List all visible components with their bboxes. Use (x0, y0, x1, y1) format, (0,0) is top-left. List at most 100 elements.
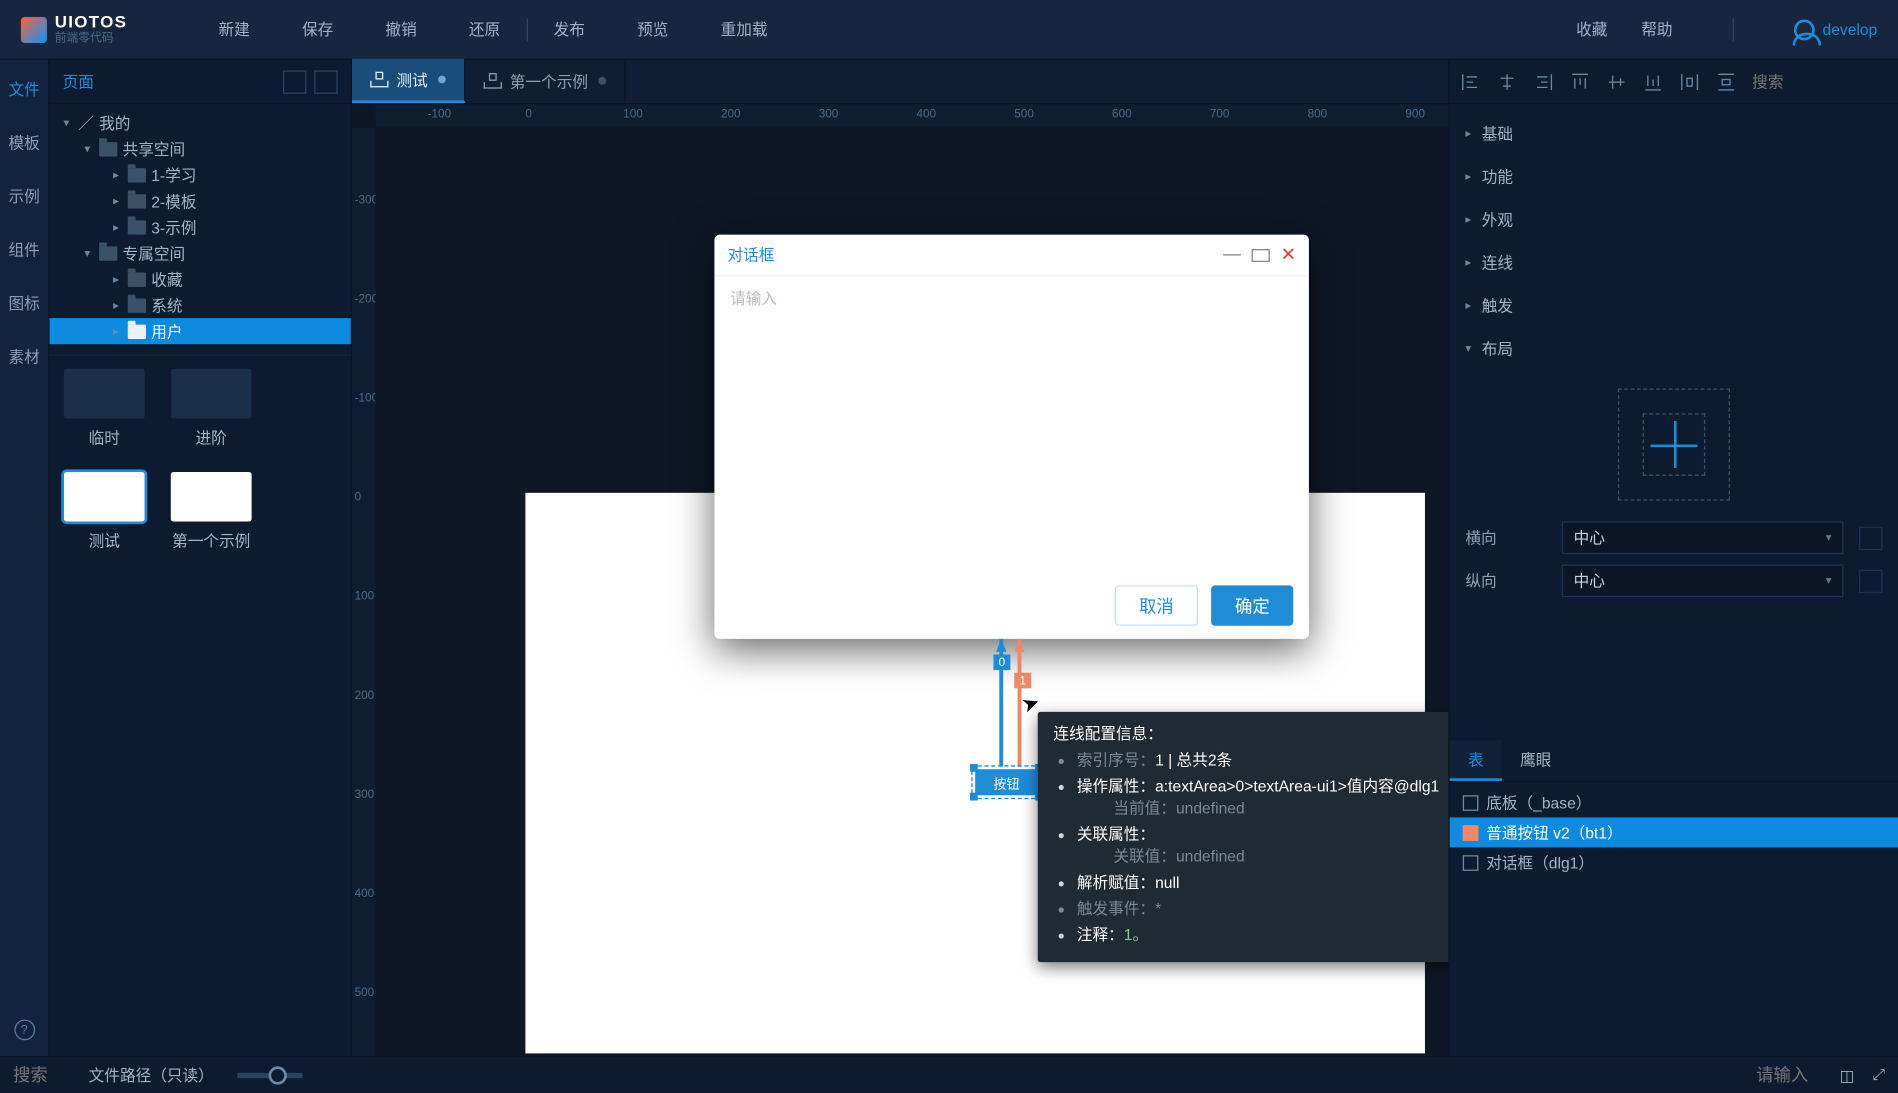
group-basic[interactable]: ▸基础 (1450, 112, 1898, 155)
topbar: UIOTOS 前端零代码 新建 保存 撤销 还原 发布 预览 重加载 收藏 帮助… (0, 0, 1898, 60)
brand-tagline: 前端零代码 (55, 32, 127, 45)
prop-v-extra[interactable] (1859, 569, 1882, 592)
group-layout[interactable]: ▾布局 (1450, 327, 1898, 370)
tree-node-root[interactable]: ▾／我的 (50, 110, 351, 136)
distribute-h-icon[interactable] (1679, 71, 1700, 92)
tree-node-user[interactable]: ▸用户 (50, 318, 351, 344)
brand-name: UIOTOS (55, 14, 127, 33)
anchor-widget[interactable] (1618, 389, 1730, 501)
tree-node-sys[interactable]: ▸系统 (50, 292, 351, 318)
group-func[interactable]: ▸功能 (1450, 155, 1898, 198)
tab-close-icon[interactable] (598, 77, 606, 85)
tab-first[interactable]: 第一个示例 (465, 59, 625, 103)
tree-panel: 页面 ▾／我的 ▾共享空间 ▸1-学习 ▸2-模板 ▸3-示例 ▾专属空间 ▸收… (50, 60, 352, 1056)
center-workspace: 测试 第一个示例 -100 0 100 200 300 400 500 600 … (352, 60, 1448, 1056)
thumb-test[interactable]: 测试 (63, 472, 146, 552)
user-menu[interactable]: develop (1794, 19, 1877, 40)
divider (1733, 18, 1734, 41)
tree-node-study[interactable]: ▸1-学习 (50, 162, 351, 188)
align-left-icon[interactable] (1460, 71, 1481, 92)
menu-help[interactable]: 帮助 (1641, 18, 1672, 40)
thumbnail-area: 临时 进阶 测试 第一个示例 (50, 355, 351, 565)
prop-h-select[interactable]: 中心▾ (1562, 521, 1844, 554)
minimize-icon[interactable] (1223, 254, 1241, 255)
status-icon-2[interactable]: ⤢ (1873, 1065, 1886, 1085)
rail-file[interactable]: 文件 (8, 78, 39, 100)
rail-icon[interactable]: 图标 (8, 292, 39, 314)
prop-v-select[interactable]: 中心▾ (1562, 565, 1844, 598)
distribute-v-icon[interactable] (1716, 71, 1737, 92)
status-icon-1[interactable]: ◫ (1840, 1066, 1855, 1084)
align-bottom-icon[interactable] (1643, 71, 1664, 92)
menu-save[interactable]: 保存 (302, 18, 333, 40)
thumb-first[interactable]: 第一个示例 (169, 472, 252, 552)
ruler-vertical: -300 -200 -100 0 100 200 300 400 500 (352, 128, 375, 1056)
sitemap-icon (484, 73, 500, 89)
group-trigger[interactable]: ▸触发 (1450, 284, 1898, 327)
zoom-slider[interactable] (237, 1072, 302, 1077)
tree-node-ex[interactable]: ▸3-示例 (50, 214, 351, 240)
menu-preview[interactable]: 预览 (637, 18, 668, 40)
dialog-title: 对话框 (727, 244, 774, 266)
tab-test[interactable]: 测试 (352, 59, 465, 103)
align-top-icon[interactable] (1570, 71, 1591, 92)
align-right-icon[interactable] (1533, 71, 1554, 92)
menu-publish[interactable]: 发布 (554, 18, 585, 40)
wire-index-0: 0 (993, 654, 1010, 670)
username: develop (1823, 20, 1878, 38)
property-search[interactable] (1752, 72, 1898, 90)
status-search[interactable] (13, 1065, 65, 1085)
group-look[interactable]: ▸外观 (1450, 198, 1898, 241)
outline-dialog[interactable]: 对话框（dlg1） (1450, 847, 1898, 877)
outline-tab-eagle[interactable]: 鹰眼 (1502, 741, 1570, 781)
rail-example[interactable]: 示例 (8, 185, 39, 207)
left-rail: 文件 模板 示例 组件 图标 素材 ? (0, 60, 50, 1056)
outline-tab-list[interactable]: 表 (1450, 741, 1502, 781)
logo: UIOTOS 前端零代码 (21, 14, 127, 46)
rail-component[interactable]: 组件 (8, 239, 39, 261)
user-icon (1794, 19, 1815, 40)
property-panel: ▾ ▸基础 ▸功能 ▸外观 ▸连线 ▸触发 ▾布局 横向 中心▾ 纵向 (1448, 60, 1898, 1056)
button-node[interactable]: 按钮 (975, 769, 1038, 795)
canvas[interactable]: 对话框 ✕ 请输入 取消 确定 (375, 128, 1448, 1056)
menu-fav[interactable]: 收藏 (1576, 18, 1607, 40)
help-icon[interactable]: ? (14, 1019, 35, 1040)
prop-h-extra[interactable] (1859, 526, 1882, 549)
wire-index-1: 1 (1014, 673, 1031, 689)
tree-action-1[interactable] (283, 70, 306, 93)
menu-redo[interactable]: 还原 (469, 18, 500, 40)
dialog-placeholder: 请输入 (730, 289, 777, 307)
tab-dirty-dot (438, 76, 446, 84)
align-center-v-icon[interactable] (1606, 71, 1627, 92)
thumb-adv[interactable]: 进阶 (169, 369, 252, 449)
status-bar: 文件路径（只读） ◫ ⤢ (0, 1056, 1898, 1093)
status-input[interactable] (1756, 1065, 1821, 1085)
ok-button[interactable]: 确定 (1212, 585, 1294, 625)
tree-node-private[interactable]: ▾专属空间 (50, 240, 351, 266)
close-icon[interactable]: ✕ (1281, 244, 1296, 266)
cancel-button[interactable]: 取消 (1114, 585, 1198, 625)
outline-base[interactable]: 底板（_base） (1450, 787, 1898, 817)
status-path-label: 文件路径（只读） (89, 1064, 214, 1086)
rail-template[interactable]: 模板 (8, 132, 39, 154)
tree-title: 页面 (63, 70, 94, 92)
maximize-icon[interactable] (1252, 248, 1270, 261)
wire-tooltip: 连线配置信息： 索引序号：1 | 总共2条 操作属性：a:textArea>0>… (1038, 712, 1449, 962)
tree-node-fav[interactable]: ▸收藏 (50, 266, 351, 292)
menu-undo[interactable]: 撤销 (385, 18, 416, 40)
tree-action-2[interactable] (314, 70, 337, 93)
group-wire[interactable]: ▸连线 (1450, 241, 1898, 284)
divider (526, 18, 527, 41)
outline-button[interactable]: 普通按钮 v2（bt1） (1450, 817, 1898, 847)
rail-asset[interactable]: 素材 (8, 345, 39, 367)
logo-icon (21, 16, 47, 42)
menu-new[interactable]: 新建 (219, 18, 250, 40)
tree-node-shared[interactable]: ▾共享空间 (50, 136, 351, 162)
tree-node-tpl[interactable]: ▸2-模板 (50, 188, 351, 214)
dialog-component[interactable]: 对话框 ✕ 请输入 取消 确定 (714, 235, 1308, 639)
menu-reload[interactable]: 重加载 (721, 18, 768, 40)
ruler-horizontal: -100 0 100 200 300 400 500 600 700 800 9… (375, 104, 1448, 127)
file-tabs: 测试 第一个示例 (352, 60, 1448, 104)
align-center-h-icon[interactable] (1497, 71, 1518, 92)
thumb-temp[interactable]: 临时 (63, 369, 146, 449)
